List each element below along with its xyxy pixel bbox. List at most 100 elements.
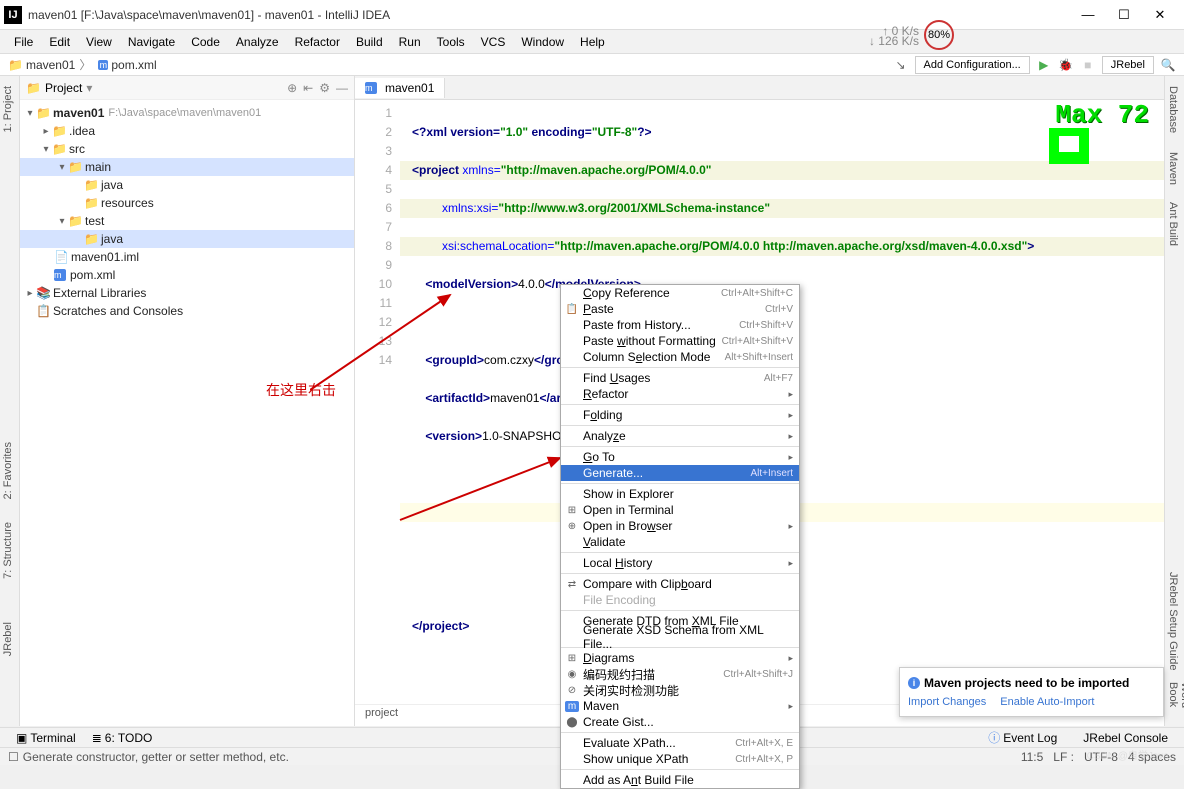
- gear-icon[interactable]: ⚙: [319, 81, 330, 95]
- breadcrumb-file[interactable]: pom.xml: [111, 58, 156, 72]
- tab-wordbook[interactable]: Word Book: [1165, 676, 1184, 726]
- tree-resources[interactable]: 📁resources: [20, 194, 354, 212]
- notification-title: Maven projects need to be imported: [924, 676, 1129, 690]
- menu-vcs[interactable]: VCS: [475, 33, 512, 51]
- scan-icon: ◉: [565, 669, 579, 680]
- cm-generate[interactable]: Generate...Alt+Insert: [561, 465, 799, 481]
- left-tool-gutter: 1: Project 2: Favorites 7: Structure JRe…: [0, 76, 20, 726]
- tree-src[interactable]: ▾📁src: [20, 140, 354, 158]
- close-button[interactable]: ✕: [1148, 7, 1172, 23]
- debug-icon[interactable]: 🐞: [1058, 57, 1074, 73]
- menu-tools[interactable]: Tools: [431, 33, 471, 51]
- hide-icon[interactable]: —: [336, 81, 348, 95]
- menu-window[interactable]: Window: [515, 33, 570, 51]
- cm-analyze[interactable]: Analyze▸: [561, 428, 799, 444]
- tab-structure[interactable]: 7: Structure: [0, 516, 16, 585]
- cm-add-ant[interactable]: Add as Ant Build File: [561, 772, 799, 788]
- line-gutter: 123 456 789 101112 1314: [355, 100, 400, 704]
- cm-create-gist[interactable]: ⬤Create Gist...: [561, 714, 799, 730]
- tree-extlib[interactable]: ▸📚External Libraries: [20, 284, 354, 302]
- annotation-text: 在这里右击: [266, 380, 336, 400]
- tab-antbuild[interactable]: Ant Build: [1165, 196, 1181, 252]
- cm-compare-clipboard[interactable]: ⇄Compare with Clipboard: [561, 576, 799, 592]
- tab-jrebel-left[interactable]: JRebel: [0, 616, 16, 662]
- menu-edit[interactable]: Edit: [43, 33, 76, 51]
- status-message: Generate constructor, getter or setter m…: [23, 750, 289, 764]
- minimize-button[interactable]: —: [1076, 7, 1100, 23]
- cm-find-usages[interactable]: Find UsagesAlt+F7: [561, 370, 799, 386]
- project-panel-folder-icon: 📁: [26, 81, 41, 95]
- maximize-button[interactable]: ☐: [1112, 7, 1136, 23]
- collapse-icon[interactable]: ⇤: [303, 81, 313, 95]
- stop-icon[interactable]: ■: [1080, 57, 1096, 73]
- menu-help[interactable]: Help: [574, 33, 611, 51]
- cm-paste-without-formatting[interactable]: Paste without FormattingCtrl+Alt+Shift+V: [561, 333, 799, 349]
- menu-code[interactable]: Code: [185, 33, 226, 51]
- import-changes-link[interactable]: Import Changes: [908, 696, 986, 708]
- tree-test[interactable]: ▾📁test: [20, 212, 354, 230]
- cm-code-scan[interactable]: ◉编码规约扫描Ctrl+Alt+Shift+J: [561, 666, 799, 682]
- enable-auto-import-link[interactable]: Enable Auto-Import: [1000, 696, 1094, 708]
- tree-root[interactable]: ▾📁maven01F:\Java\space\maven\maven01: [20, 104, 354, 122]
- todo-tab[interactable]: ≣6: TODO: [84, 729, 161, 747]
- cm-show-explorer[interactable]: Show in Explorer: [561, 486, 799, 502]
- cm-paste[interactable]: 📋PasteCtrl+V: [561, 301, 799, 317]
- project-panel-title[interactable]: Project: [45, 81, 82, 95]
- cm-copy-reference[interactable]: Copy ReferenceCtrl+Alt+Shift+C: [561, 285, 799, 301]
- tree-java-test[interactable]: 📁java: [20, 230, 354, 248]
- cm-column-selection[interactable]: Column Selection ModeAlt+Shift+Insert: [561, 349, 799, 365]
- cm-goto[interactable]: Go To▸: [561, 449, 799, 465]
- target-icon[interactable]: ⊕: [287, 81, 297, 95]
- tree-idea[interactable]: ▸📁.idea: [20, 122, 354, 140]
- tree-main[interactable]: ▾📁main: [20, 158, 354, 176]
- tree-iml[interactable]: 📄maven01.iml: [20, 248, 354, 266]
- status-position[interactable]: 11:5: [1021, 750, 1043, 764]
- jrebel-console-tab[interactable]: JRebel Console: [1075, 727, 1176, 748]
- tab-project[interactable]: 1: Project: [0, 80, 16, 138]
- cm-folding[interactable]: Folding▸: [561, 407, 799, 423]
- network-stats: ↑ 0 K/s↓ 126 K/s: [869, 26, 919, 46]
- tree-pom[interactable]: mpom.xml: [20, 266, 354, 284]
- tab-favorites[interactable]: 2: Favorites: [0, 436, 16, 505]
- editor-tab-maven01[interactable]: m maven01: [355, 78, 445, 98]
- jrebel-button[interactable]: JRebel: [1102, 56, 1154, 74]
- cm-generate-xsd[interactable]: Generate XSD Schema from XML File...: [561, 629, 799, 645]
- terminal-icon: ⊞: [565, 505, 579, 516]
- cm-evaluate-xpath[interactable]: Evaluate XPath...Ctrl+Alt+X, E: [561, 735, 799, 751]
- menu-navigate[interactable]: Navigate: [122, 33, 181, 51]
- info-icon: i: [908, 677, 920, 689]
- cm-close-realtime[interactable]: ⊘关闭实时检测功能: [561, 682, 799, 698]
- cm-paste-history[interactable]: Paste from History...Ctrl+Shift+V: [561, 317, 799, 333]
- menu-build[interactable]: Build: [350, 33, 389, 51]
- cm-maven[interactable]: mMaven▸: [561, 698, 799, 714]
- cm-diagrams[interactable]: ⊞Diagrams▸: [561, 650, 799, 666]
- menu-analyze[interactable]: Analyze: [230, 33, 285, 51]
- breadcrumb-project[interactable]: maven01: [26, 58, 75, 72]
- run-icon[interactable]: ▶: [1036, 57, 1052, 73]
- tree-scratches[interactable]: 📋Scratches and Consoles: [20, 302, 354, 320]
- menu-refactor[interactable]: Refactor: [289, 33, 346, 51]
- build-icon[interactable]: ↘: [893, 57, 909, 73]
- tree-java-main[interactable]: 📁java: [20, 176, 354, 194]
- cm-open-browser[interactable]: ⊕Open in Browser▸: [561, 518, 799, 534]
- menu-file[interactable]: File: [8, 33, 39, 51]
- tab-jrsetup[interactable]: JRebel Setup Guide: [1165, 566, 1181, 676]
- project-dropdown-icon[interactable]: ▾: [86, 81, 92, 95]
- event-log-tab[interactable]: ⓘEvent Log: [980, 727, 1065, 748]
- menu-run[interactable]: Run: [393, 33, 427, 51]
- cm-refactor[interactable]: Refactor▸: [561, 386, 799, 402]
- cm-open-terminal[interactable]: ⊞Open in Terminal: [561, 502, 799, 518]
- terminal-icon: ▣: [16, 731, 27, 745]
- tab-database[interactable]: Database: [1165, 80, 1181, 139]
- search-icon[interactable]: 🔍: [1160, 57, 1176, 73]
- menu-view[interactable]: View: [80, 33, 118, 51]
- cm-validate[interactable]: Validate: [561, 534, 799, 550]
- cm-local-history[interactable]: Local History▸: [561, 555, 799, 571]
- terminal-tab[interactable]: ▣Terminal: [8, 729, 84, 747]
- status-lf[interactable]: LF :: [1053, 750, 1074, 764]
- tab-maven[interactable]: Maven: [1165, 146, 1181, 191]
- maven-import-notification: i Maven projects need to be imported Imp…: [899, 667, 1164, 717]
- title-bar: IJ maven01 [F:\Java\space\maven\maven01]…: [0, 0, 1184, 30]
- add-configuration-button[interactable]: Add Configuration...: [915, 56, 1030, 74]
- compare-icon: ⇄: [565, 579, 579, 590]
